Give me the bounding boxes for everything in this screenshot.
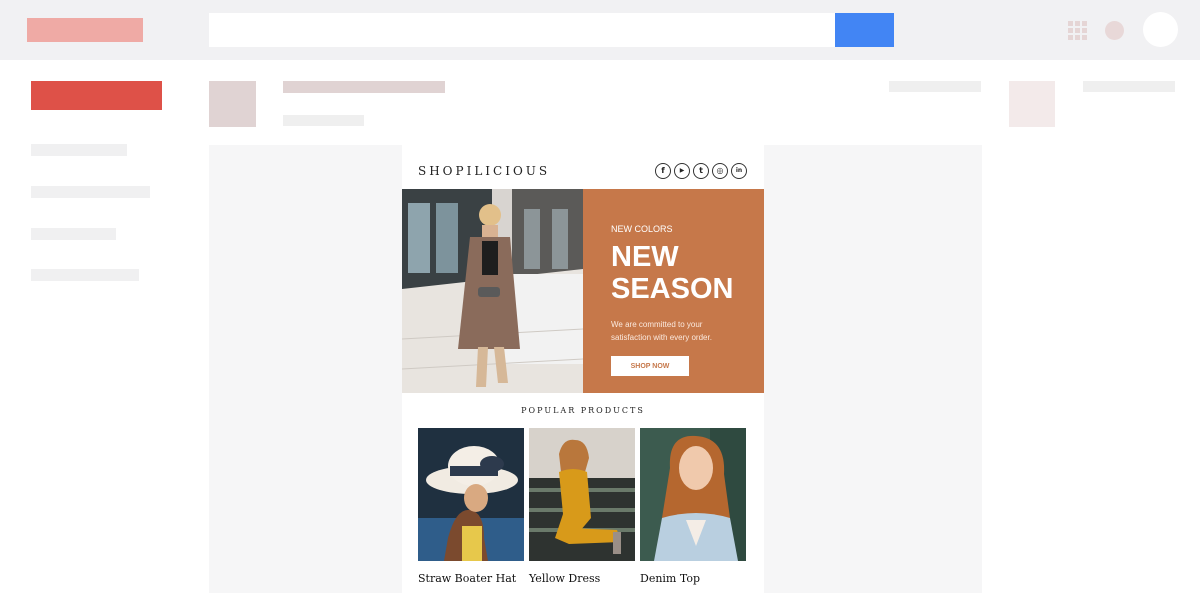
avatar[interactable] <box>1143 12 1178 47</box>
youtube-icon[interactable]: ▶ <box>674 163 690 179</box>
hero-title: NEW SEASON <box>611 241 733 305</box>
shop-now-button[interactable]: SHOP NOW <box>611 356 689 376</box>
email-newsletter: SHOPILICIOUS f ▶ t ◎ in NEW COLORS NEW S… <box>402 145 764 593</box>
sidebar-item-2[interactable] <box>31 186 150 198</box>
side-avatar <box>1009 81 1055 127</box>
search-input[interactable] <box>209 13 835 47</box>
search-button[interactable] <box>835 13 894 47</box>
product-name-denim[interactable]: Denim Top <box>640 572 700 585</box>
hero-title-line1: NEW <box>611 241 679 273</box>
brand-name: SHOPILICIOUS <box>418 164 551 178</box>
compose-button[interactable] <box>31 81 162 110</box>
product-name-dress[interactable]: Yellow Dress <box>529 572 600 585</box>
linkedin-icon[interactable]: in <box>731 163 747 179</box>
sender-detail <box>283 115 364 126</box>
sender-name <box>283 81 445 93</box>
hero-body: We are committed to your satisfaction wi… <box>611 320 712 342</box>
instagram-icon[interactable]: ◎ <box>712 163 728 179</box>
side-text <box>1083 81 1175 92</box>
notification-icon[interactable] <box>1105 21 1124 40</box>
sidebar-item-1[interactable] <box>31 144 127 156</box>
apps-grid-icon[interactable] <box>1068 21 1087 40</box>
hero-photo <box>402 189 583 393</box>
product-image-dress[interactable] <box>529 428 635 561</box>
hero-kicker: NEW COLORS <box>611 224 673 234</box>
sidebar-item-3[interactable] <box>31 228 116 240</box>
message-date <box>889 81 981 92</box>
sender-avatar <box>209 81 256 127</box>
hero-title-line2: SEASON <box>611 273 734 305</box>
twitter-icon[interactable]: t <box>693 163 709 179</box>
popular-products-title: POPULAR PRODUCTS <box>521 406 645 415</box>
facebook-icon[interactable]: f <box>655 163 671 179</box>
product-image-hat[interactable] <box>418 428 524 561</box>
app-logo[interactable] <box>27 18 143 42</box>
sidebar-item-4[interactable] <box>31 269 139 281</box>
hero-banner: NEW COLORS NEW SEASON We are committed t… <box>583 189 764 393</box>
social-links: f ▶ t ◎ in <box>655 163 747 179</box>
product-name-hat[interactable]: Straw Boater Hat <box>418 572 516 585</box>
product-image-denim[interactable] <box>640 428 746 561</box>
